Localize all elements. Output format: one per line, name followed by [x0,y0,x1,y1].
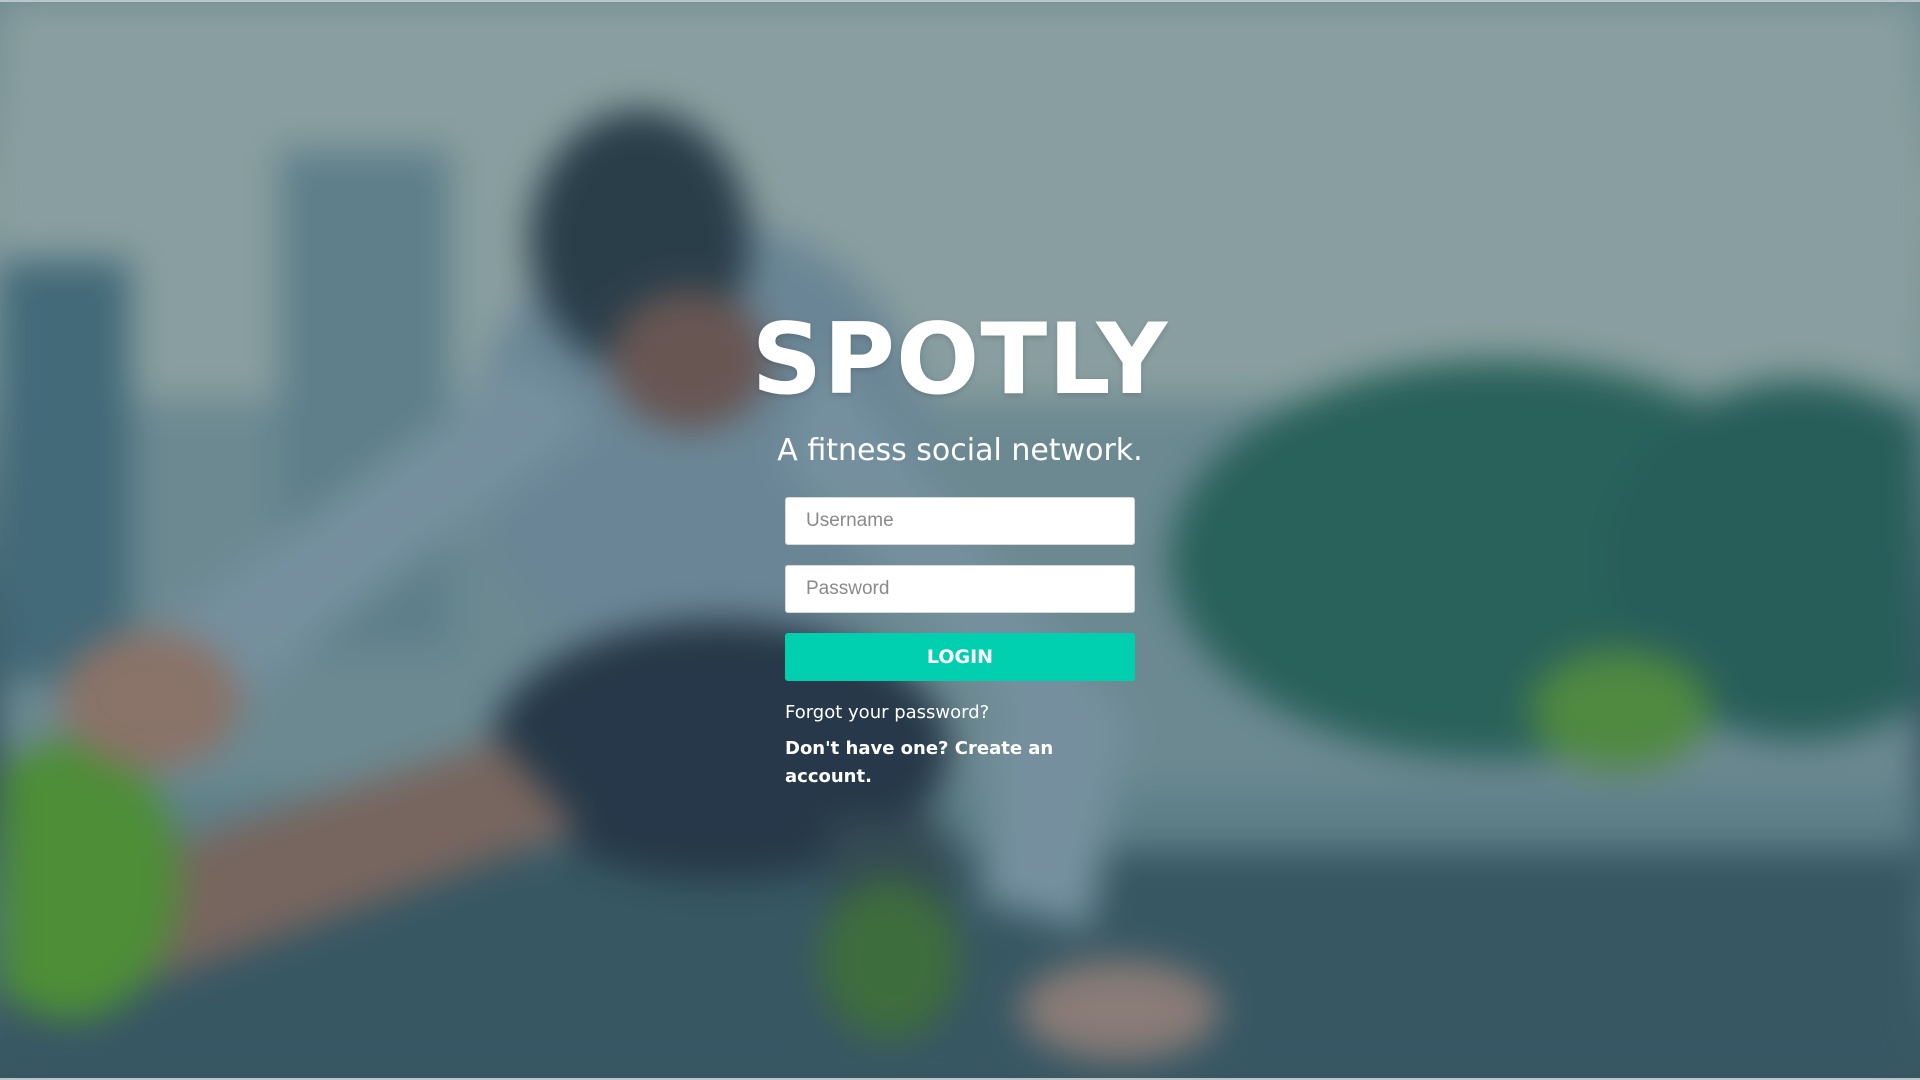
auth-links: Forgot your password? Don't have one? Cr… [785,699,1135,791]
username-input[interactable] [785,497,1135,545]
top-border [0,0,1920,2]
password-input[interactable] [785,565,1135,613]
forgot-password-link[interactable]: Forgot your password? [785,699,1135,727]
login-form: LOGIN [785,497,1135,681]
app-tagline: A fitness social network. [777,433,1143,468]
login-panel: SPOTLY A fitness social network. LOGIN F… [752,305,1168,791]
create-account-link[interactable]: Don't have one? Create an account. [785,735,1135,791]
app-logo: SPOTLY [751,303,1169,417]
login-button[interactable]: LOGIN [785,633,1135,681]
